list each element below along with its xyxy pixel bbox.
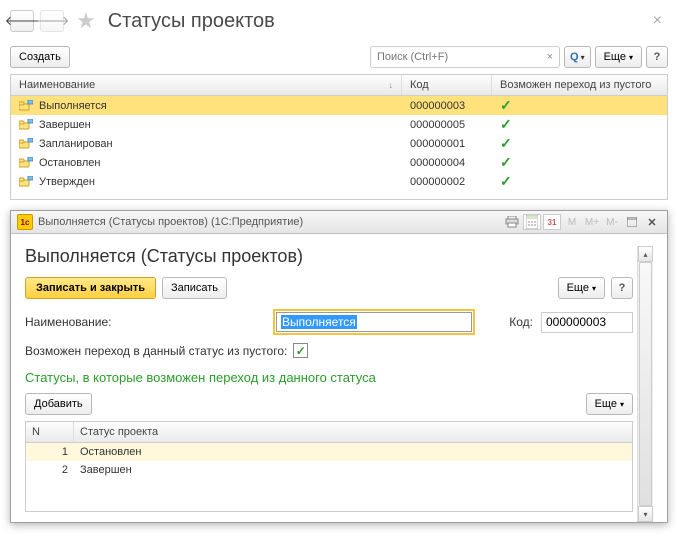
row-name: Завершен xyxy=(39,119,91,131)
child-help-button[interactable]: ? xyxy=(611,277,633,299)
sort-indicator-icon: ↓ xyxy=(389,80,394,90)
sub-more-label: Еще xyxy=(595,398,617,410)
child-more-label: Еще xyxy=(567,282,589,294)
sub-col-status-header[interactable]: Статус проекта xyxy=(74,422,632,442)
row-name: Выполняется xyxy=(39,100,107,112)
nav-back-button[interactable]: 🡐 xyxy=(10,10,34,32)
row-name: Остановлен xyxy=(39,157,100,169)
calendar-icon[interactable]: 31 xyxy=(543,214,561,230)
scroll-thumb[interactable] xyxy=(639,262,652,506)
search-input[interactable] xyxy=(373,51,543,63)
row-name: Запланирован xyxy=(39,138,113,150)
row-allowed-check: ✓ xyxy=(492,154,667,171)
row-name: Утвержден xyxy=(39,176,95,188)
col-code-header[interactable]: Код xyxy=(402,75,492,95)
transitions-section-title: Статусы, в которые возможен переход из д… xyxy=(25,370,633,385)
table-header: Наименование ↓ Код Возможен переход из п… xyxy=(11,75,667,96)
status-table: Наименование ↓ Код Возможен переход из п… xyxy=(10,74,668,200)
row-status: Остановлен xyxy=(74,446,632,458)
name-input-focus-ring: Выполняется xyxy=(273,309,475,335)
table-row[interactable]: Остановлен 000000004✓ xyxy=(11,153,667,172)
folder-icon xyxy=(19,157,33,168)
search-input-wrap: × xyxy=(370,46,560,68)
row-code: 000000005 xyxy=(402,119,492,131)
more-button[interactable]: Еще▾ xyxy=(595,46,642,68)
calculator-icon[interactable] xyxy=(523,214,541,230)
table-row[interactable]: Выполняется 000000003✓ xyxy=(11,96,667,115)
name-input[interactable]: Выполняется xyxy=(276,312,472,332)
transition-row[interactable]: 2Завершен xyxy=(26,461,632,479)
help-button[interactable]: ? xyxy=(646,46,668,68)
child-scrollbar[interactable]: ▴ ▾ xyxy=(637,246,653,522)
allowed-from-empty-checkbox[interactable]: ✓ xyxy=(293,343,308,358)
sub-col-n-header[interactable]: N xyxy=(26,422,74,442)
row-allowed-check: ✓ xyxy=(492,116,667,133)
row-allowed-check: ✓ xyxy=(492,97,667,114)
scroll-down-button[interactable]: ▾ xyxy=(638,506,653,522)
scroll-up-button[interactable]: ▴ xyxy=(638,246,653,262)
table-row[interactable]: Завершен 000000005✓ xyxy=(11,115,667,134)
folder-icon xyxy=(19,138,33,149)
save-button[interactable]: Записать xyxy=(162,277,227,299)
col-name-header[interactable]: Наименование ↓ xyxy=(11,75,402,95)
table-row[interactable]: Запланирован 000000001✓ xyxy=(11,134,667,153)
chevron-down-icon: ▾ xyxy=(620,400,624,409)
chevron-down-icon: ▾ xyxy=(592,284,596,293)
child-title: Выполняется (Статусы проектов) xyxy=(25,246,633,267)
search-clear-button[interactable]: × xyxy=(543,51,557,63)
app-logo-icon: 1c xyxy=(17,214,33,230)
code-input[interactable] xyxy=(541,312,633,333)
child-window: 1c Выполняется (Статусы проектов) (1С:Пр… xyxy=(10,210,668,523)
row-number: 1 xyxy=(26,446,74,458)
checkbox-label: Возможен переход в данный статус из пуст… xyxy=(25,344,287,358)
m-minus-icon[interactable]: M- xyxy=(603,214,621,230)
name-field-label: Наименование: xyxy=(25,315,265,329)
more-label: Еще xyxy=(604,51,626,63)
close-page-button[interactable]: × xyxy=(653,12,668,30)
row-number: 2 xyxy=(26,464,74,476)
code-field-label: Код: xyxy=(509,315,533,329)
chevron-down-icon: ▾ xyxy=(581,53,585,62)
row-code: 000000002 xyxy=(402,176,492,188)
sub-more-button[interactable]: Еще▾ xyxy=(586,393,633,415)
row-code: 000000004 xyxy=(402,157,492,169)
row-status: Завершен xyxy=(74,464,632,476)
create-button[interactable]: Создать xyxy=(10,46,70,68)
transitions-table: N Статус проекта 1Остановлен2Завершен xyxy=(25,421,633,512)
row-code: 000000003 xyxy=(402,100,492,112)
page-title: Статусы проектов xyxy=(108,10,275,33)
child-more-button[interactable]: Еще▾ xyxy=(558,277,605,299)
favorite-star-icon[interactable]: ★ xyxy=(76,8,96,34)
child-window-title: Выполняется (Статусы проектов) (1С:Предп… xyxy=(38,216,498,228)
row-code: 000000001 xyxy=(402,138,492,150)
table-row[interactable]: Утвержден 000000002✓ xyxy=(11,172,667,191)
m-plus-icon[interactable]: M+ xyxy=(583,214,601,230)
print-icon[interactable] xyxy=(503,214,521,230)
child-titlebar[interactable]: 1c Выполняется (Статусы проектов) (1С:Пр… xyxy=(11,211,667,234)
magnifier-icon: Q xyxy=(570,51,579,63)
row-allowed-check: ✓ xyxy=(492,173,667,190)
add-transition-button[interactable]: Добавить xyxy=(25,393,92,415)
transition-row[interactable]: 1Остановлен xyxy=(26,443,632,461)
folder-icon xyxy=(19,119,33,130)
row-allowed-check: ✓ xyxy=(492,135,667,152)
chevron-down-icon: ▾ xyxy=(629,53,633,62)
folder-icon xyxy=(19,176,33,187)
nav-forward-button[interactable]: 🡒 xyxy=(40,10,64,32)
save-and-close-button[interactable]: Записать и закрыть xyxy=(25,277,156,299)
folder-icon xyxy=(19,100,33,111)
m-icon[interactable]: M xyxy=(563,214,581,230)
child-close-button[interactable]: ✕ xyxy=(643,214,661,230)
col-allowed-header[interactable]: Возможен переход из пустого xyxy=(492,75,667,95)
search-options-button[interactable]: Q ▾ xyxy=(564,46,591,68)
maximize-icon[interactable] xyxy=(623,214,641,230)
